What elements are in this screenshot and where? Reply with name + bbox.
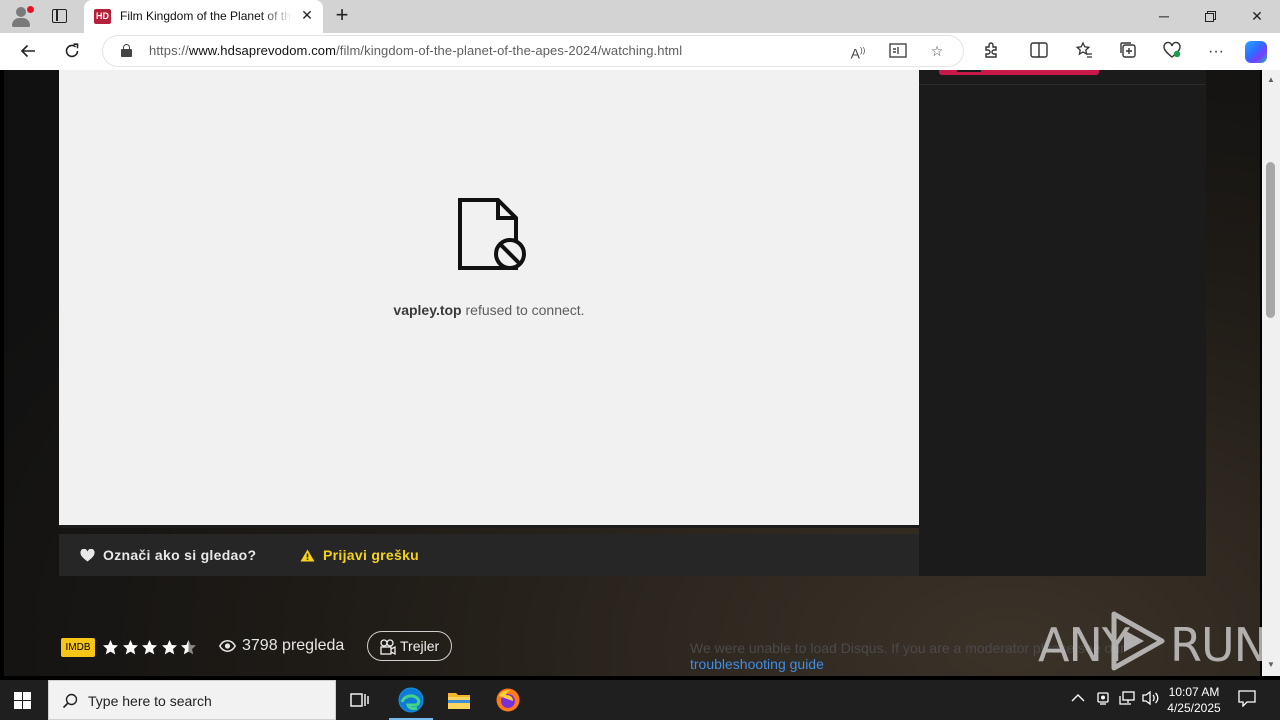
sidebar-panel — [919, 70, 1206, 576]
blocked-document-icon — [458, 198, 526, 270]
mark-watched-button[interactable]: Označi ako si gledao? — [80, 547, 256, 563]
extensions-icon[interactable] — [978, 39, 1004, 65]
window-minimize-button[interactable]: ─ — [1141, 0, 1187, 33]
new-tab-button[interactable]: + — [330, 4, 354, 28]
scrollbar-thumb[interactable] — [1266, 162, 1275, 318]
firefox-taskbar-icon[interactable] — [484, 680, 532, 720]
window-close-button[interactable]: ✕ — [1234, 0, 1280, 33]
web-page: vapley.top refused to connect. Označi ak… — [0, 70, 1262, 680]
trailer-button[interactable]: Trejler — [367, 631, 452, 661]
collections-icon[interactable] — [1115, 39, 1141, 65]
url-text[interactable]: https://www.hdsaprevodom.com/film/kingdo… — [149, 43, 682, 58]
eye-icon — [218, 640, 237, 652]
clock-time: 10:07 AM — [1168, 685, 1220, 699]
connection-error-message: vapley.top refused to connect. — [393, 302, 585, 318]
read-aloud-icon[interactable]: A)) — [847, 40, 869, 62]
favorite-star-icon[interactable]: ☆ — [926, 40, 948, 62]
edge-browser-taskbar-icon[interactable] — [387, 680, 435, 720]
windows-taskbar: Type here to search 10:07 AM 4/25/2025 — [0, 680, 1280, 720]
search-placeholder: Type here to search — [88, 693, 212, 709]
file-explorer-taskbar-icon[interactable] — [435, 680, 483, 720]
notification-center-icon[interactable] — [1238, 690, 1256, 708]
player-actions-bar: Označi ako si gledao? Prijavi grešku — [59, 534, 919, 576]
address-bar[interactable]: https://www.hdsaprevodom.com/film/kingdo… — [103, 36, 963, 66]
anyrun-watermark: ANY RUN — [1038, 610, 1262, 672]
scroll-up-arrow-icon[interactable]: ▲ — [1262, 73, 1280, 87]
window-restore-button[interactable] — [1187, 0, 1233, 33]
rating-stars — [102, 639, 200, 657]
browser-essentials-icon[interactable] — [1159, 39, 1185, 65]
scroll-down-arrow-icon[interactable]: ▼ — [1262, 658, 1280, 672]
lock-icon[interactable] — [121, 44, 132, 57]
rating-star-icon — [103, 640, 118, 655]
refresh-icon[interactable] — [58, 38, 86, 64]
back-arrow-icon[interactable] — [14, 38, 42, 64]
tab-actions-icon[interactable] — [52, 9, 67, 23]
sidebar-button[interactable] — [939, 70, 1099, 75]
taskbar-clock[interactable]: 10:07 AM 4/25/2025 — [1162, 684, 1226, 716]
view-count: 3798 pregleda — [218, 637, 344, 655]
play-logo-icon — [1111, 611, 1165, 671]
tab-close-icon[interactable]: ✕ — [299, 7, 315, 23]
browser-tab-active[interactable]: HD Film Kingdom of the Planet of the Ape… — [84, 0, 323, 33]
tab-title: Film Kingdom of the Planet of the Apes — [120, 9, 292, 23]
volume-icon[interactable] — [1142, 690, 1160, 709]
warning-icon — [300, 549, 315, 562]
copilot-icon[interactable] — [1245, 41, 1267, 63]
rating-star-icon — [142, 640, 157, 655]
rating-star-icon — [181, 640, 196, 655]
task-view-icon[interactable] — [336, 680, 384, 720]
split-screen-icon[interactable] — [1026, 39, 1052, 65]
imdb-badge: IMDB — [61, 638, 95, 657]
film-camera-icon — [380, 639, 396, 655]
windows-start-icon[interactable] — [14, 692, 32, 709]
site-favicon-icon: HD — [94, 9, 111, 24]
network-icon[interactable] — [1119, 690, 1135, 709]
immersive-reader-icon[interactable] — [887, 40, 909, 62]
sidebar-divider — [919, 84, 1206, 85]
heart-icon — [80, 548, 95, 562]
meet-now-icon[interactable] — [1096, 690, 1110, 709]
browser-title-bar: HD Film Kingdom of the Planet of the Ape… — [0, 0, 1280, 33]
rating-star-icon — [161, 640, 177, 655]
page-scrollbar[interactable]: ▲ ▼ — [1262, 70, 1280, 676]
taskbar-search-box[interactable]: Type here to search — [48, 680, 336, 720]
profile-avatar-icon[interactable] — [10, 5, 34, 29]
report-error-button[interactable]: Prijavi grešku — [300, 547, 419, 563]
video-player-frame[interactable]: vapley.top refused to connect. — [59, 70, 919, 528]
settings-more-icon[interactable]: ··· — [1203, 39, 1229, 65]
clock-date: 4/25/2025 — [1167, 701, 1221, 715]
show-hidden-icons-chevron-icon[interactable] — [1071, 690, 1085, 706]
browser-toolbar: https://www.hdsaprevodom.com/film/kingdo… — [0, 33, 1280, 70]
search-icon — [62, 693, 78, 709]
favorites-icon[interactable] — [1071, 39, 1097, 65]
rating-star-icon — [122, 640, 138, 655]
